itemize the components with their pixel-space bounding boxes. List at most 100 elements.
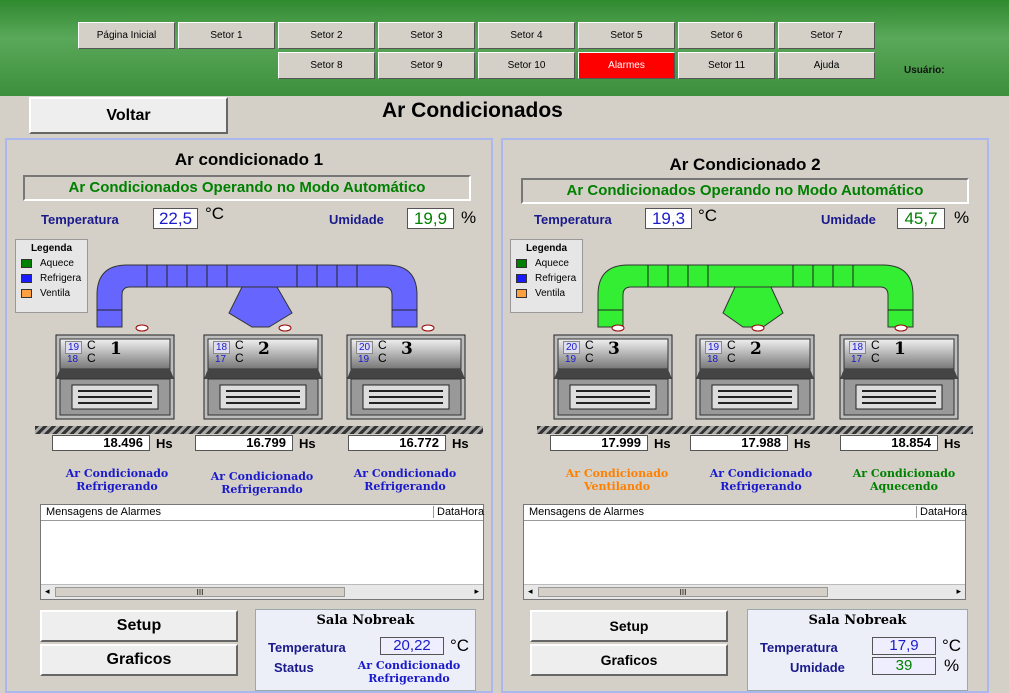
nav-setor-2[interactable]: Setor 2 xyxy=(278,22,375,49)
nobreak-temp-label: Temperatura xyxy=(760,640,838,655)
nobreak-humidity-value: 39 xyxy=(872,657,936,675)
mode-status: Ar Condicionados Operando no Modo Automá… xyxy=(521,178,969,204)
ac-status: Ar Condicionado Aquecendo xyxy=(849,467,959,493)
nav-ajuda[interactable]: Ajuda xyxy=(778,52,875,79)
horizontal-scrollbar[interactable]: ◂ III ▸ xyxy=(524,584,965,599)
hours-unit: Hs xyxy=(794,436,811,451)
scroll-thumb[interactable]: III xyxy=(55,587,345,597)
ac-status-line-1: Ar Condicionado xyxy=(353,467,457,480)
nav-setor-9[interactable]: Setor 9 xyxy=(378,52,475,79)
scroll-right-icon[interactable]: ▸ xyxy=(474,586,479,597)
nobreak-status-label: Status xyxy=(274,660,314,675)
nav-setor-6[interactable]: Setor 6 xyxy=(678,22,775,49)
scroll-right-icon[interactable]: ▸ xyxy=(956,586,961,597)
operating-hours: 16.799 xyxy=(195,435,293,451)
ac-status-line-2: Aquecendo xyxy=(870,480,938,493)
hours-unit: Hs xyxy=(156,436,173,451)
alarm-list[interactable]: Mensagens de Alarmes DataHora ◂ III ▸ xyxy=(523,504,967,600)
nav-pagina-inicial[interactable]: Página Inicial xyxy=(78,22,175,49)
scroll-left-icon[interactable]: ◂ xyxy=(45,586,50,597)
nav-setor-4[interactable]: Setor 4 xyxy=(478,22,575,49)
ac-status: Ar Condicionado Refrigerando xyxy=(62,467,172,493)
panel-title: Ar condicionado 1 xyxy=(174,150,324,169)
celsius-unit: C xyxy=(235,338,244,352)
air-duct xyxy=(597,264,914,328)
humidity-label: Umidade xyxy=(821,212,876,227)
ac-unit-2[interactable]: 18 17 C C 2 xyxy=(200,333,327,421)
col-datetime[interactable]: DataHora xyxy=(433,506,484,518)
page-title: Ar Condicionados xyxy=(382,99,563,122)
col-messages[interactable]: Mensagens de Alarmes xyxy=(46,506,161,518)
ac-status-line-2: Refrigerando xyxy=(221,483,303,496)
ac-unit-1[interactable]: 18 17 C C 1 xyxy=(836,333,963,421)
alarm-list-header: Mensagens de Alarmes DataHora xyxy=(524,505,967,521)
graficos-button[interactable]: Graficos xyxy=(40,644,238,676)
ac-unit-2[interactable]: 19 18 C C 2 xyxy=(692,333,819,421)
celsius-unit: C xyxy=(871,338,880,352)
unit-number: 3 xyxy=(401,339,413,359)
setpoint-low: 19 xyxy=(565,354,577,365)
nobreak-temp-unit: °C xyxy=(942,636,962,655)
ac-unit-3[interactable]: 20 19 C C 3 xyxy=(343,333,470,421)
user-label: Usuário: xyxy=(904,65,945,76)
ac-status-line-1: Ar Condicionado xyxy=(852,467,956,480)
celsius-unit: C xyxy=(378,338,387,352)
hours-unit: Hs xyxy=(654,436,671,451)
celsius-unit: C xyxy=(87,351,96,365)
ac-status-line-2: Refrigerando xyxy=(364,480,446,493)
scroll-thumb[interactable]: III xyxy=(538,587,828,597)
unit-number: 2 xyxy=(258,339,270,359)
hours-unit: Hs xyxy=(299,436,316,451)
nav-setor-7[interactable]: Setor 7 xyxy=(778,22,875,49)
horizontal-scrollbar[interactable]: ◂ III ▸ xyxy=(41,584,483,599)
nav-setor-3[interactable]: Setor 3 xyxy=(378,22,475,49)
alarm-list[interactable]: Mensagens de Alarmes DataHora ◂ III ▸ xyxy=(40,504,484,600)
legend-title: Legenda xyxy=(30,243,73,254)
unit-number: 3 xyxy=(608,339,620,359)
nobreak-status-line-1: Ar Condicionado xyxy=(357,659,461,672)
humidity-label: Umidade xyxy=(329,212,384,227)
ac-status-line-2: Ventilando xyxy=(583,480,651,493)
setpoint-low: 17 xyxy=(215,354,227,365)
nav-setor-1[interactable]: Setor 1 xyxy=(178,22,275,49)
setpoint-high: 19 xyxy=(65,341,83,354)
celsius-unit: C xyxy=(235,351,244,365)
ac-status-line-1: Ar Condicionado xyxy=(210,470,314,483)
ac-panel-1: Ar condicionado 1 Ar Condicionados Opera… xyxy=(5,138,493,693)
setpoint-high: 19 xyxy=(705,341,723,354)
nav-setor-10[interactable]: Setor 10 xyxy=(478,52,575,79)
scroll-left-icon[interactable]: ◂ xyxy=(528,586,533,597)
top-navigation-bar: Página Inicial Setor 1 Setor 2 Setor 3 S… xyxy=(0,0,1009,96)
setup-button[interactable]: Setup xyxy=(40,610,238,642)
back-button[interactable]: Voltar xyxy=(29,97,228,134)
unit-number: 2 xyxy=(750,339,762,359)
ac-status-line-1: Ar Condicionado xyxy=(709,467,813,480)
ac-panel-2: Ar Condicionado 2 Ar Condicionados Opera… xyxy=(501,138,989,693)
legend-title: Legenda xyxy=(525,243,568,254)
ac-unit-3[interactable]: 20 19 C C 3 xyxy=(550,333,677,421)
nav-alarmes[interactable]: Alarmes xyxy=(578,52,675,79)
humidity-unit: % xyxy=(954,208,970,227)
col-messages[interactable]: Mensagens de Alarmes xyxy=(529,506,644,518)
nobreak-room-box: Sala Nobreak Temperatura 20,22 °C Status Ar C… xyxy=(255,609,476,691)
graficos-button[interactable]: Graficos xyxy=(530,644,728,676)
operating-hours: 16.772 xyxy=(348,435,446,451)
unit-number: 1 xyxy=(894,339,906,359)
temperature-label: Temperatura xyxy=(534,212,612,227)
nav-setor-11[interactable]: Setor 11 xyxy=(678,52,775,79)
temperature-unit: °C xyxy=(205,204,225,223)
nav-setor-8[interactable]: Setor 8 xyxy=(278,52,375,79)
ac-unit-1[interactable]: 19 18 C C 1 xyxy=(52,333,179,421)
unit-number: 1 xyxy=(110,339,122,359)
nobreak-status: Ar Condicionado Refrigerando xyxy=(354,659,464,685)
ac-status-line-1: Ar Condicionado xyxy=(65,467,169,480)
setpoint-high: 20 xyxy=(563,341,581,354)
hours-unit: Hs xyxy=(452,436,469,451)
duct-diagram xyxy=(96,264,435,332)
operating-hours: 18.496 xyxy=(52,435,150,451)
mode-status: Ar Condicionados Operando no Modo Automá… xyxy=(23,175,471,201)
setpoint-high: 20 xyxy=(356,341,374,354)
col-datetime[interactable]: DataHora xyxy=(916,506,967,518)
nav-setor-5[interactable]: Setor 5 xyxy=(578,22,675,49)
setup-button[interactable]: Setup xyxy=(530,610,728,642)
